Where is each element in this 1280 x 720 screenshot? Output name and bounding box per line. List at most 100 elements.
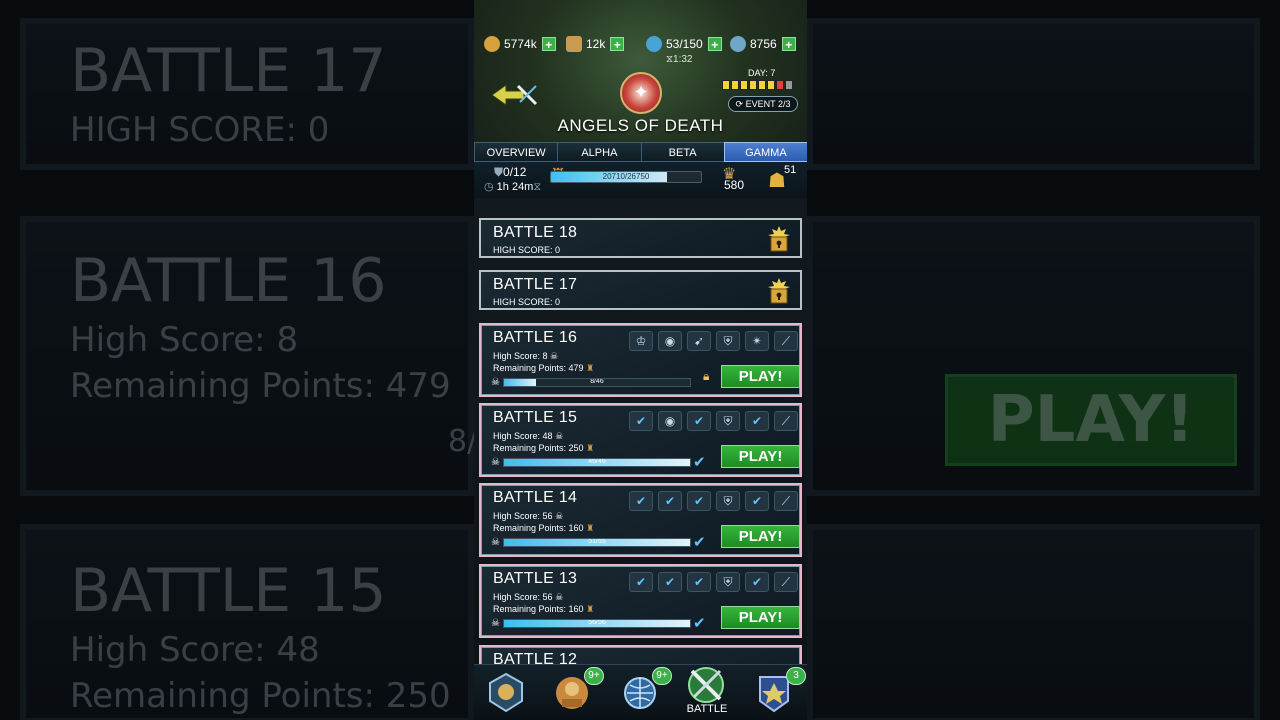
high-score-text: High Score: 56 [493, 511, 553, 521]
battle-progress-label: 8/46 [590, 378, 604, 385]
tab-overview[interactable]: OVERVIEW [474, 142, 559, 162]
event-counter[interactable]: ⟳ EVENT 2/3 [728, 96, 798, 112]
day-segment [740, 80, 748, 90]
battle-card-17[interactable]: BATTLE 17 HIGH SCORE: 0 [479, 270, 802, 310]
armor-icon: ⛨ [716, 491, 740, 511]
crest-check-icon: ✔ [629, 411, 653, 431]
resource-gold: 5774k + [484, 34, 556, 53]
campaign-title: ANGELS OF DEATH [557, 116, 724, 135]
shield-icon: ⛊ [494, 165, 504, 179]
skull-icon: ☠ [491, 618, 500, 629]
play-button-battle-16[interactable]: PLAY! [721, 365, 800, 388]
lock-icon [768, 226, 790, 252]
add-energy-button[interactable]: + [707, 36, 722, 52]
battle-card-14[interactable]: BATTLE 14 High Score: 56 ☠ Remaining Poi… [479, 483, 802, 557]
gold-coin-icon [484, 35, 500, 52]
battle-name: BATTLE 16 [493, 329, 578, 346]
high-score: HIGH SCORE: 0 [493, 297, 561, 307]
blade-icon: ⟋ [774, 331, 798, 351]
play-button-battle-15[interactable]: PLAY! [721, 445, 800, 468]
skull-icon: ☠ [555, 431, 564, 441]
battle-card-13[interactable]: BATTLE 13 High Score: 56 ☠ Remaining Poi… [479, 564, 802, 638]
resource-blackstone: 8756 + [730, 34, 796, 53]
impact-check-icon: ✔ [745, 411, 769, 431]
skull-icon: ☠ [550, 351, 559, 361]
resource-requisition: 12k + [566, 34, 625, 53]
resource-energy: 53/150 + [646, 34, 722, 53]
skull-icon: ☠ [491, 377, 500, 388]
battle-card-15[interactable]: BATTLE 15 High Score: 48 ☠ Remaining Poi… [479, 403, 802, 477]
requisition-value: 12k [586, 36, 606, 51]
battle-name: BATTLE 17 [493, 276, 578, 293]
battle-list[interactable]: BATTLE 18 HIGH SCORE: 0 BATTLE 17 HIGH S… [474, 198, 807, 666]
day-segment [767, 80, 775, 90]
battle-progress-bar: 46/46 [503, 458, 691, 467]
remaining-points: Remaining Points: 160 ♜ [493, 523, 594, 534]
day-segment [722, 80, 730, 90]
game-screen: 5774k + 12k + 53/150 + 8756 + ⧖1:32 ANGE… [474, 0, 807, 720]
armor-icon: ⛨ [716, 331, 740, 351]
battle-card-18[interactable]: BATTLE 18 HIGH SCORE: 0 [479, 218, 802, 258]
remaining-points-text: Remaining Points: 479 [493, 363, 584, 373]
battle-progress-label: 56/56 [588, 619, 606, 626]
nav-battle-label: BATTLE [686, 703, 728, 715]
nav-battle-icon[interactable] [684, 663, 728, 707]
armor-icon: ⛨ [716, 572, 740, 592]
battle-progress-bar: 8/46 [503, 378, 691, 387]
time-left: ◷ 1h 24m⧖ [484, 180, 541, 194]
battle-progress-bar: 51/55 [503, 538, 691, 547]
play-button-battle-13[interactable]: PLAY! [721, 606, 800, 629]
day-progress-bar [722, 80, 793, 90]
complete-check-icon: ✔ [693, 615, 706, 632]
bottom-nav: 9+ 9+ BATTLE 3 [474, 664, 807, 720]
complete-check-icon: ✔ [693, 454, 706, 471]
heroes-badge: 9+ [584, 667, 604, 685]
objective-icons: ♔ ◉ ➹ ⛨ ✴ ⟋ [629, 331, 798, 351]
energy-timer: ⧖1:32 [666, 54, 693, 65]
tab-alpha[interactable]: ALPHA [557, 142, 642, 162]
faction-emblem-icon [620, 72, 662, 114]
day-segment [785, 80, 793, 90]
remaining-points-text: Remaining Points: 160 [493, 604, 584, 614]
remaining-points-text: Remaining Points: 250 [493, 443, 584, 453]
battle-progress-label: 46/46 [588, 458, 606, 465]
add-gold-button[interactable]: + [541, 36, 556, 52]
lock-icon [768, 278, 790, 304]
skull-icon: ☠ [491, 537, 500, 548]
impact-icon: ✴ [745, 331, 769, 351]
objective-icons: ✔ ◉ ✔ ⛨ ✔ ⟋ [629, 411, 798, 431]
blade-icon: ⟋ [774, 411, 798, 431]
bolter-icon: ➹ [687, 331, 711, 351]
world-badge: 9+ [652, 667, 672, 685]
skull-icon: ☠ [491, 457, 500, 468]
battle-name: BATTLE 14 [493, 489, 578, 506]
tab-gamma[interactable]: GAMMA [723, 142, 807, 162]
battle-progress-label: 51/55 [588, 538, 606, 545]
complete-check-icon: ✔ [693, 534, 706, 551]
add-requisition-button[interactable]: + [610, 36, 625, 52]
attempts-counter: ⛊0/12 [494, 165, 526, 180]
back-arrow-icon[interactable] [490, 82, 540, 108]
battle-card-16[interactable]: BATTLE 16 High Score: 8 ☠ Remaining Poin… [479, 323, 802, 397]
crest-check-icon: ✔ [629, 572, 653, 592]
day-segment [731, 80, 739, 90]
nav-guild-icon[interactable] [484, 671, 528, 715]
event-label: EVENT 2/3 [745, 99, 791, 109]
energy-value: 53/150 [666, 36, 703, 51]
play-button-battle-14[interactable]: PLAY! [721, 525, 800, 548]
day-segment [749, 80, 757, 90]
tab-beta[interactable]: BETA [640, 142, 725, 162]
event-status-row: ⛊0/12 ◷ 1h 24m⧖ ♜ 20710/26750 ♛ 580 ☗ 51 [474, 162, 807, 198]
blade-icon: ⟋ [774, 491, 798, 511]
grenade-icon: ◉ [658, 411, 682, 431]
add-blackstone-button[interactable]: + [781, 36, 796, 52]
grenade-check-icon: ✔ [658, 572, 682, 592]
figure-icon: ♜ [586, 604, 595, 614]
high-score-text: High Score: 48 [493, 431, 553, 441]
armor-icon: ⛨ [716, 411, 740, 431]
battle-card-12[interactable]: BATTLE 12 [479, 645, 802, 666]
high-score: High Score: 56 ☠ [493, 511, 563, 522]
high-score-text: High Score: 8 [493, 351, 548, 361]
remaining-points: Remaining Points: 160 ♜ [493, 604, 594, 615]
battle-name: BATTLE 15 [493, 409, 578, 426]
